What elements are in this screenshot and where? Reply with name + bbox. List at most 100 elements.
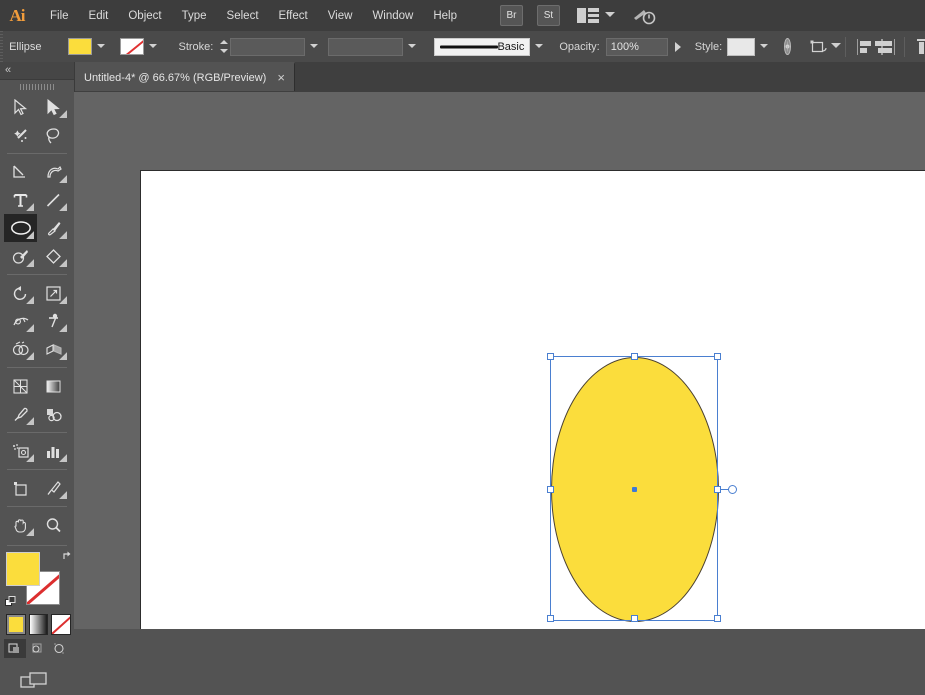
menu-object[interactable]: Object (118, 6, 171, 26)
menu-select[interactable]: Select (217, 6, 269, 26)
tool-shape-builder[interactable] (4, 335, 37, 363)
fill-indicator-swatch[interactable] (6, 552, 40, 586)
menu-help[interactable]: Help (423, 6, 467, 26)
stroke-profile-chevron-down-icon[interactable] (405, 37, 420, 56)
illustrator-window: Ai File Edit Object Type Select Effect V… (0, 0, 925, 629)
control-bar-grip[interactable] (0, 31, 3, 62)
tool-scale[interactable] (37, 279, 70, 307)
transform-shape-icon[interactable] (809, 38, 829, 55)
tool-grid (4, 93, 70, 539)
fill-color-swatch[interactable] (68, 38, 92, 55)
handle-top-left (547, 353, 554, 360)
graphic-style-swatch[interactable] (727, 38, 755, 56)
stroke-weight-stepper[interactable] (219, 37, 230, 56)
selected-object-group[interactable] (551, 357, 741, 627)
transform-chevron-down-icon[interactable] (830, 41, 834, 53)
tool-zoom[interactable] (37, 511, 70, 539)
bridge-button[interactable]: Br (500, 5, 523, 26)
brush-definition-input[interactable]: Basic (434, 38, 530, 56)
artboard[interactable] (140, 170, 925, 629)
stroke-weight-chevron-down-icon[interactable] (307, 37, 322, 56)
menu-effect[interactable]: Effect (269, 6, 318, 26)
active-tool-label: Ellipse (9, 41, 41, 53)
arrange-documents-icon[interactable] (577, 8, 599, 23)
tool-curvature[interactable] (37, 158, 70, 186)
align-right-icon[interactable] (889, 39, 895, 55)
opacity-play-arrow-icon[interactable] (671, 37, 685, 56)
tool-eraser[interactable] (37, 242, 70, 270)
tool-divider-2 (7, 274, 67, 275)
tool-artboard[interactable] (4, 474, 37, 502)
tool-divider-4 (7, 432, 67, 433)
fill-dropdown-chevron-down-icon[interactable] (94, 37, 109, 56)
workspace-switcher-icon[interactable] (632, 6, 656, 26)
tool-lasso[interactable] (37, 121, 70, 149)
tool-mesh[interactable] (4, 372, 37, 400)
align-left-icon[interactable] (857, 39, 863, 55)
tool-column-graph[interactable] (37, 437, 70, 465)
tool-selection[interactable] (4, 93, 37, 121)
handle-bottom-center (631, 615, 638, 622)
tool-gradient[interactable] (37, 372, 70, 400)
none-swatch-button[interactable] (51, 614, 71, 635)
color-swatch-button[interactable] (6, 614, 26, 635)
tool-slice[interactable] (37, 474, 70, 502)
tool-blend[interactable] (37, 400, 70, 428)
menu-items: File Edit Object Type Select Effect View… (40, 6, 467, 26)
default-fill-stroke-icon[interactable] (5, 596, 17, 608)
tool-symbol-sprayer[interactable] (4, 437, 37, 465)
tool-magic-wand[interactable] (4, 121, 37, 149)
document-tab[interactable]: Untitled-4* @ 66.67% (RGB/Preview) × (75, 62, 295, 91)
recolor-artwork-icon[interactable] (784, 38, 791, 55)
draw-inside-button[interactable] (48, 639, 70, 658)
tool-free-transform[interactable] (37, 307, 70, 335)
collapse-panel-icon[interactable]: « (5, 65, 10, 76)
live-shape-widget-icon[interactable] (728, 485, 737, 494)
tool-shaper[interactable] (4, 242, 37, 270)
stroke-weight-label: Stroke: (179, 41, 214, 53)
tool-divider-5 (7, 469, 67, 470)
handle-bottom-right (714, 615, 721, 622)
tool-rotate[interactable] (4, 279, 37, 307)
tool-divider (7, 153, 67, 154)
chevron-down-icon[interactable] (604, 10, 616, 22)
tool-type[interactable] (4, 186, 37, 214)
canvas-area[interactable] (74, 92, 925, 629)
menu-file[interactable]: File (40, 6, 79, 26)
tool-divider-6 (7, 506, 67, 507)
tool-perspective-grid[interactable] (37, 335, 70, 363)
tool-width[interactable] (4, 307, 37, 335)
menu-view[interactable]: View (318, 6, 363, 26)
stroke-dropdown-chevron-down-icon[interactable] (146, 37, 161, 56)
gradient-swatch-button[interactable] (29, 614, 49, 635)
opacity-input[interactable]: 100% (606, 38, 668, 56)
align-horizontal-center-icon[interactable] (873, 39, 879, 55)
stroke-profile-input[interactable] (328, 38, 403, 56)
swap-fill-stroke-icon[interactable] (61, 550, 74, 563)
menu-window[interactable]: Window (362, 6, 423, 26)
distribute-objects-icon[interactable] (917, 39, 923, 55)
tool-pen[interactable] (4, 158, 37, 186)
handle-top-center (631, 353, 638, 360)
tool-eyedropper[interactable] (4, 400, 37, 428)
document-tab-bar: Untitled-4* @ 66.67% (RGB/Preview) × (0, 62, 925, 93)
stroke-weight-input[interactable] (230, 38, 305, 56)
stock-button[interactable]: St (537, 5, 560, 26)
draw-behind-button[interactable] (26, 639, 48, 658)
handle-bottom-left (547, 615, 554, 622)
tool-direct-selection[interactable] (37, 93, 70, 121)
tool-ellipse[interactable] (4, 214, 37, 242)
tools-panel-grip-icon[interactable] (0, 80, 74, 93)
stroke-color-swatch[interactable] (120, 38, 144, 55)
tool-paintbrush[interactable] (37, 214, 70, 242)
close-icon[interactable]: × (277, 71, 285, 84)
tool-line-segment[interactable] (37, 186, 70, 214)
menu-edit[interactable]: Edit (79, 6, 119, 26)
tool-hand[interactable] (4, 511, 37, 539)
menu-type[interactable]: Type (172, 6, 217, 26)
draw-normal-button[interactable] (4, 639, 26, 658)
style-chevron-down-icon[interactable] (757, 37, 772, 56)
change-screen-mode-icon[interactable] (20, 670, 50, 692)
brush-chevron-down-icon[interactable] (532, 37, 547, 56)
handle-middle-left (547, 486, 554, 493)
